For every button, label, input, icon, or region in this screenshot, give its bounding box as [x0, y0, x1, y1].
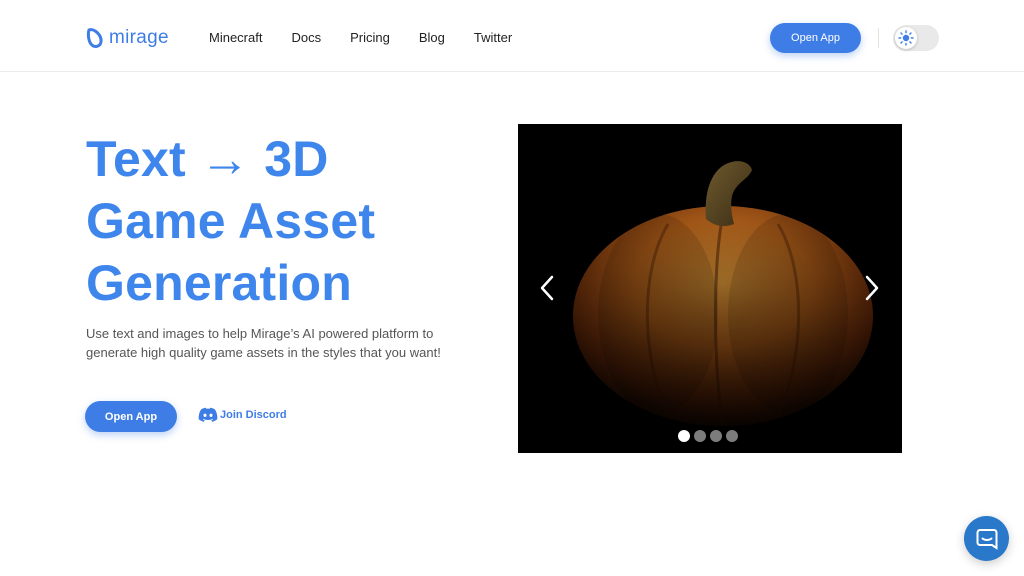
mirage-logo-icon	[86, 28, 103, 48]
asset-carousel[interactable]	[518, 124, 902, 453]
pumpkin-render-image	[573, 161, 873, 426]
main-nav: Minecraft Docs Pricing Blog Twitter	[209, 30, 541, 46]
hero-title-line-3: Generation	[86, 255, 352, 311]
header-divider	[878, 28, 879, 48]
logo[interactable]: mirage	[86, 27, 169, 49]
theme-toggle[interactable]	[893, 25, 939, 51]
carousel-dot-4[interactable]	[726, 430, 738, 442]
chat-bubble-icon	[976, 528, 997, 550]
theme-toggle-knob	[895, 27, 917, 49]
chat-launcher-button[interactable]	[964, 516, 1009, 561]
carousel-prev-button[interactable]	[536, 272, 558, 304]
chevron-left-icon	[540, 275, 554, 301]
carousel-dot-1[interactable]	[678, 430, 690, 442]
logo-text: mirage	[109, 27, 169, 48]
carousel-dot-2[interactable]	[694, 430, 706, 442]
join-discord-label: Join Discord	[220, 409, 287, 421]
carousel-indicators	[678, 430, 738, 442]
header-open-app-button[interactable]: Open App	[770, 23, 861, 53]
nav-item-pricing[interactable]: Pricing	[350, 30, 390, 46]
carousel-next-button[interactable]	[861, 272, 883, 304]
hero-title-line-1: Text → 3D	[86, 131, 329, 187]
chevron-right-icon	[865, 275, 879, 301]
hero-title-line-2: Game Asset	[86, 193, 376, 249]
nav-item-minecraft[interactable]: Minecraft	[209, 30, 262, 46]
join-discord-link[interactable]: Join Discord	[198, 407, 287, 423]
hero-open-app-button[interactable]: Open App	[85, 401, 177, 432]
site-header: mirage Minecraft Docs Pricing Blog Twitt…	[0, 0, 1024, 72]
hero-description: Use text and images to help Mirage’s AI …	[86, 326, 441, 360]
sun-icon	[898, 30, 914, 46]
carousel-dot-3[interactable]	[710, 430, 722, 442]
nav-item-twitter[interactable]: Twitter	[474, 30, 512, 46]
discord-icon	[198, 407, 218, 422]
nav-item-docs[interactable]: Docs	[291, 30, 321, 46]
nav-item-blog[interactable]: Blog	[419, 30, 445, 46]
hero-title: Text → 3D Game Asset Generation	[86, 128, 486, 314]
